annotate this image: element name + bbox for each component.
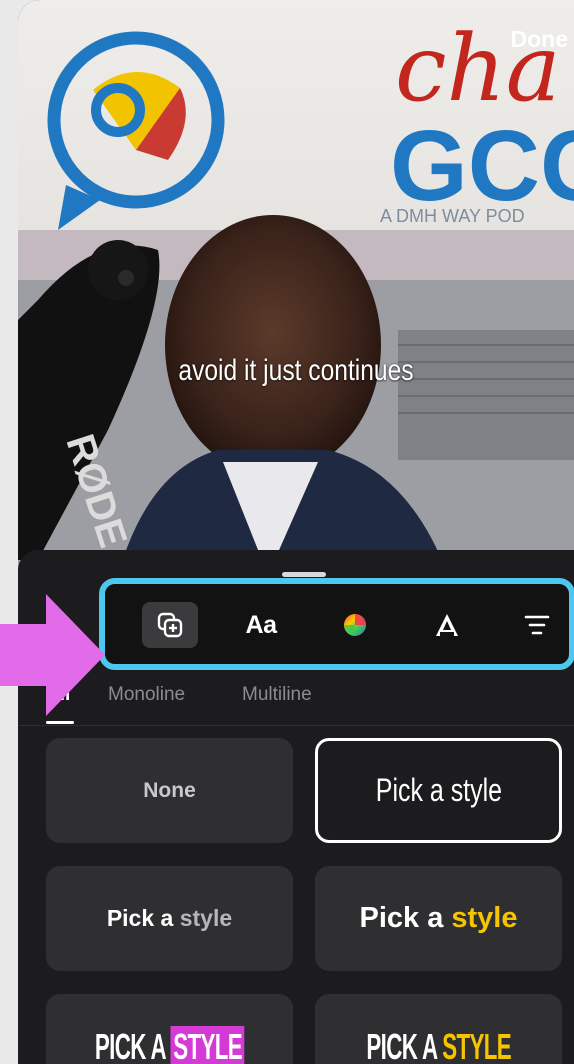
text-style-icon [436, 614, 458, 636]
style-mixed-second: style [179, 905, 233, 931]
sheet-grabber[interactable] [282, 572, 326, 577]
style-bold-yellow[interactable]: Pick a style [315, 866, 562, 971]
style-bold-second: style [451, 902, 518, 934]
tabs-divider [18, 725, 574, 726]
style-condensed[interactable]: Pick a style [315, 738, 562, 843]
font-icon: Aa [245, 610, 277, 639]
align-icon [524, 615, 550, 635]
person-face [165, 215, 381, 475]
style-caps-highlight-first: PICK A [94, 1025, 166, 1064]
font-button[interactable]: Aa [233, 602, 289, 648]
sign-subtitle: A DMH WAY POD [380, 206, 525, 226]
style-bold-label: Pick a style [359, 902, 517, 935]
add-overlay-icon [157, 612, 183, 638]
style-caps-highlight-second: STYLE [170, 1025, 245, 1064]
style-caps-yellow-first: PICK A [366, 1025, 437, 1064]
done-button[interactable]: Done [511, 26, 569, 53]
video-preview: cha GCC A DMH WAY POD RØDE Done avoid it… [18, 0, 574, 575]
phone-screen: cha GCC A DMH WAY POD RØDE Done avoid it… [18, 0, 574, 1064]
style-bold-first: Pick a [359, 902, 444, 934]
style-mixed[interactable]: Pick a style [46, 866, 293, 971]
style-caps-yellow-label: PICK A STYLE [366, 1026, 511, 1064]
style-caps-yellow-second: STYLE [442, 1025, 511, 1064]
style-none-label: None [143, 778, 196, 802]
color-wheel-icon [344, 614, 366, 636]
add-overlay-button[interactable] [142, 602, 198, 648]
text-style-button[interactable] [419, 602, 475, 648]
color-button[interactable] [327, 602, 383, 648]
style-caps-highlight-label: PICK A STYLE [94, 1025, 245, 1064]
style-caps-highlight[interactable]: PICK A STYLE [46, 994, 293, 1064]
tab-multiline[interactable]: Multiline [242, 684, 312, 706]
style-mixed-first: Pick a [106, 905, 174, 931]
style-none[interactable]: None [46, 738, 293, 843]
align-button[interactable] [509, 602, 565, 648]
style-mixed-label: Pick a style [107, 905, 232, 932]
caption-text[interactable]: avoid it just continues [68, 354, 524, 388]
video-frame: cha GCC A DMH WAY POD RØDE [18, 0, 574, 575]
style-caps-yellow[interactable]: PICK A STYLE [315, 994, 562, 1064]
tab-monoline[interactable]: Monoline [108, 684, 185, 706]
style-toolbar: Aa [99, 578, 574, 670]
pointer-arrow-icon [0, 594, 105, 716]
style-condensed-label: Pick a style [375, 772, 502, 808]
active-tab-indicator [46, 721, 74, 724]
